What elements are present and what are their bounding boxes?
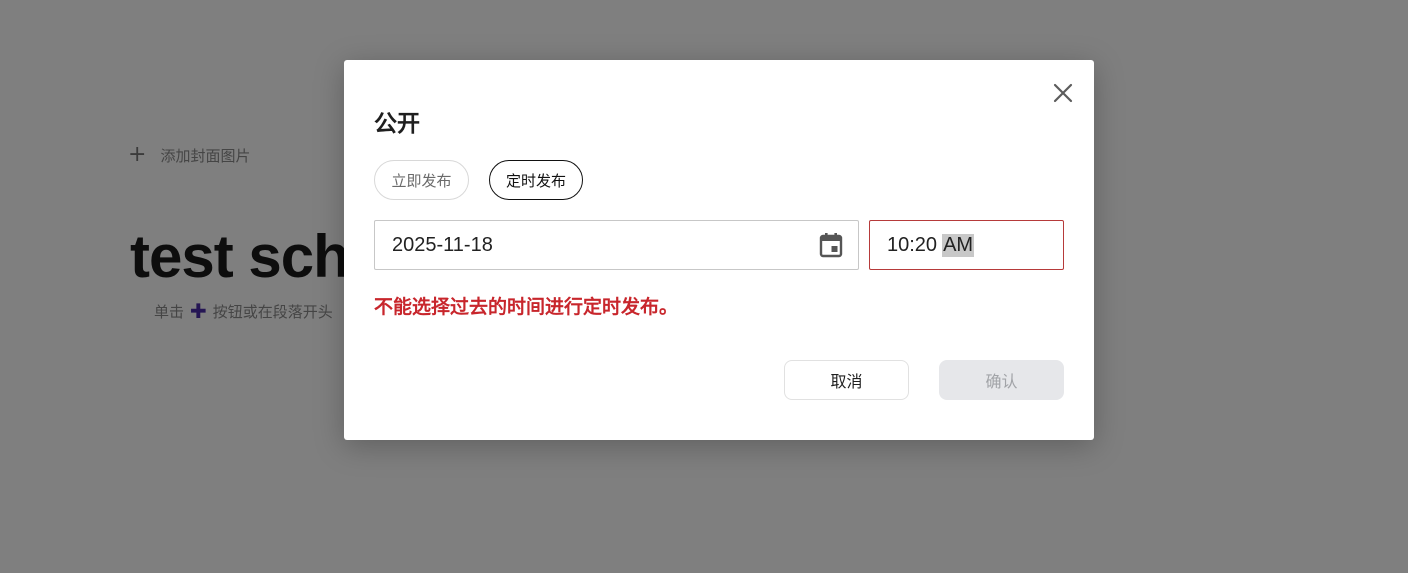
tab-publish-now[interactable]: 立即发布: [374, 160, 469, 200]
confirm-button[interactable]: 确认: [939, 360, 1064, 400]
time-ampm-segment[interactable]: AM: [942, 233, 975, 257]
tab-scheduled-publish[interactable]: 定时发布: [489, 160, 583, 200]
cancel-button[interactable]: 取消: [784, 360, 909, 400]
close-icon: [1053, 83, 1073, 103]
date-input[interactable]: 2025-11-18: [374, 220, 859, 270]
close-button[interactable]: [1048, 78, 1078, 108]
dialog-title: 公开: [374, 111, 420, 137]
time-value: 10:20: [887, 233, 938, 256]
calendar-icon: [819, 233, 843, 258]
error-message: 不能选择过去的时间进行定时发布。: [374, 296, 679, 318]
publish-dialog: 公开 立即发布 定时发布 2025-11-18 10:20 AM 不能选择过去的…: [344, 60, 1094, 440]
calendar-button[interactable]: [818, 232, 844, 258]
time-input[interactable]: 10:20 AM: [869, 220, 1064, 270]
date-value: 2025-11-18: [392, 233, 493, 256]
